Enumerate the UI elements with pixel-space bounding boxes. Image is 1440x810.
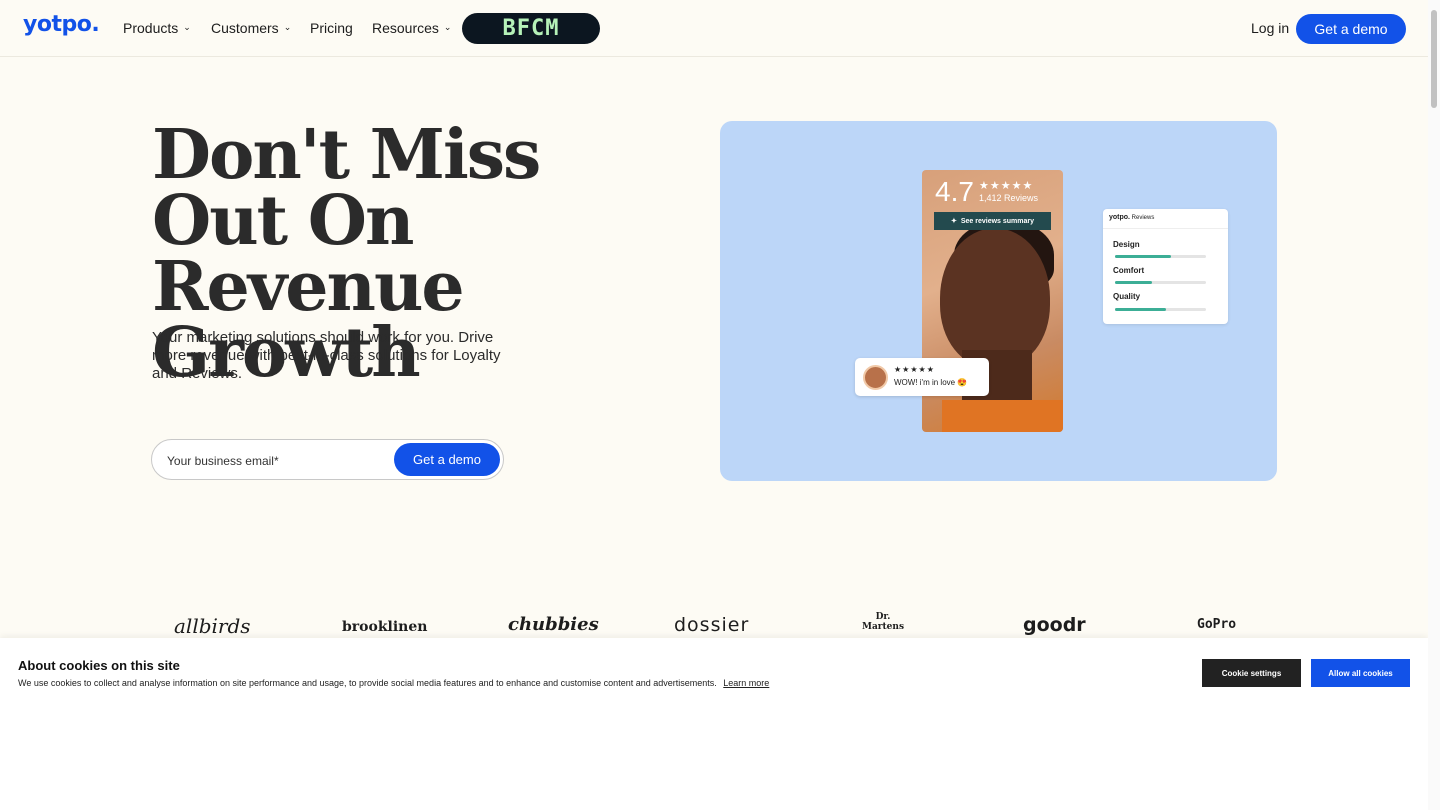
summary-button-label: See reviews summary — [960, 217, 1035, 225]
chip-review-text: WOW! i'm in love 😍 — [894, 378, 968, 387]
nav-pricing[interactable]: Pricing — [310, 20, 353, 36]
bfcm-label: BFCM — [502, 16, 560, 41]
brand-logo-goodr: goodr — [1023, 614, 1086, 636]
see-reviews-summary-button: ✦ See reviews summary — [934, 212, 1051, 230]
brand-logo-dossier: dossier — [674, 614, 750, 636]
page-scrollbar[interactable] — [1428, 0, 1440, 810]
chevron-down-icon: ⌄ — [183, 21, 191, 32]
allow-all-cookies-button[interactable]: Allow all cookies — [1311, 659, 1410, 687]
design-bar-fill — [1115, 255, 1172, 258]
chevron-down-icon: ⌄ — [283, 21, 292, 32]
card-brand: yotpo. — [1109, 214, 1130, 221]
chip-stars-icon: ★★★★★ — [894, 365, 935, 374]
card-label: Reviews — [1131, 215, 1155, 221]
cookie-text: We use cookies to collect and analyse in… — [18, 678, 769, 688]
hero-subtitle: Your marketing solutions should work for… — [152, 329, 501, 382]
nav-get-demo-button[interactable]: Get a demo — [1296, 14, 1406, 44]
review-chip: ★★★★★ WOW! i'm in love 😍 — [855, 358, 989, 396]
cookie-title: About cookies on this site — [18, 658, 180, 673]
portrait-shirt — [942, 400, 1063, 432]
portrait-face — [940, 228, 1050, 368]
nav-pricing-label: Pricing — [310, 20, 353, 36]
quality-bar — [1115, 308, 1206, 311]
email-input[interactable]: Your business email* — [167, 454, 279, 468]
attr-quality: Quality — [1113, 292, 1141, 301]
cookie-learn-more-link[interactable]: Learn more — [723, 678, 769, 688]
nav-resources-label: Resources — [372, 20, 439, 36]
quality-bar-fill — [1115, 308, 1166, 311]
brand-logo-gopro: GoPro — [1197, 617, 1237, 632]
scrollbar-thumb[interactable] — [1431, 10, 1437, 108]
email-signup-form: Your business email* Get a demo — [151, 439, 504, 480]
brand-logo-brooklinen: brooklinen — [342, 619, 428, 635]
nav-customers[interactable]: Customers ⌄ — [211, 20, 291, 36]
nav-products[interactable]: Products ⌄ — [123, 20, 191, 36]
attr-design: Design — [1113, 240, 1140, 249]
nav-products-label: Products — [123, 20, 179, 36]
sparkle-icon: ✦ — [950, 218, 957, 225]
cookie-body: We use cookies to collect and analyse in… — [18, 678, 717, 688]
reviews-attribute-card: yotpo. Reviews Design Comfort Quality — [1103, 209, 1228, 324]
cookie-settings-button[interactable]: Cookie settings — [1202, 659, 1301, 687]
bfcm-promo-badge[interactable]: BFCM — [462, 13, 600, 44]
brand-logo-allbirds: allbirds — [174, 614, 251, 638]
rating-stars-icon: ★★★★★ — [979, 180, 1034, 192]
nav-customers-label: Customers — [211, 20, 279, 36]
login-link[interactable]: Log in — [1251, 20, 1289, 36]
card-header: yotpo. Reviews — [1103, 209, 1228, 229]
nav-resources[interactable]: Resources ⌄ — [372, 20, 451, 36]
rating-value: 4.7 — [935, 176, 974, 207]
brand-logo-chubbies: chubbies — [508, 614, 599, 635]
hero-get-demo-button[interactable]: Get a demo — [394, 443, 500, 476]
comfort-bar-fill — [1115, 281, 1153, 284]
comfort-bar — [1115, 281, 1206, 284]
design-bar — [1115, 255, 1206, 258]
top-nav: yotpo. Products ⌄ Customers ⌄ Pricing Re… — [0, 0, 1428, 57]
avatar — [863, 365, 888, 390]
hero-illustration: 4.7 ★★★★★ 1,412 Reviews ✦ See reviews su… — [720, 121, 1277, 481]
cookie-banner: About cookies on this site We use cookie… — [0, 638, 1428, 810]
chevron-down-icon: ⌄ — [443, 21, 452, 32]
brand-logo-dr-martens: Dr. Martens — [861, 612, 905, 632]
attr-comfort: Comfort — [1113, 266, 1145, 275]
yotpo-logo[interactable]: yotpo. — [23, 12, 100, 37]
review-count: 1,412 Reviews — [979, 193, 1039, 203]
